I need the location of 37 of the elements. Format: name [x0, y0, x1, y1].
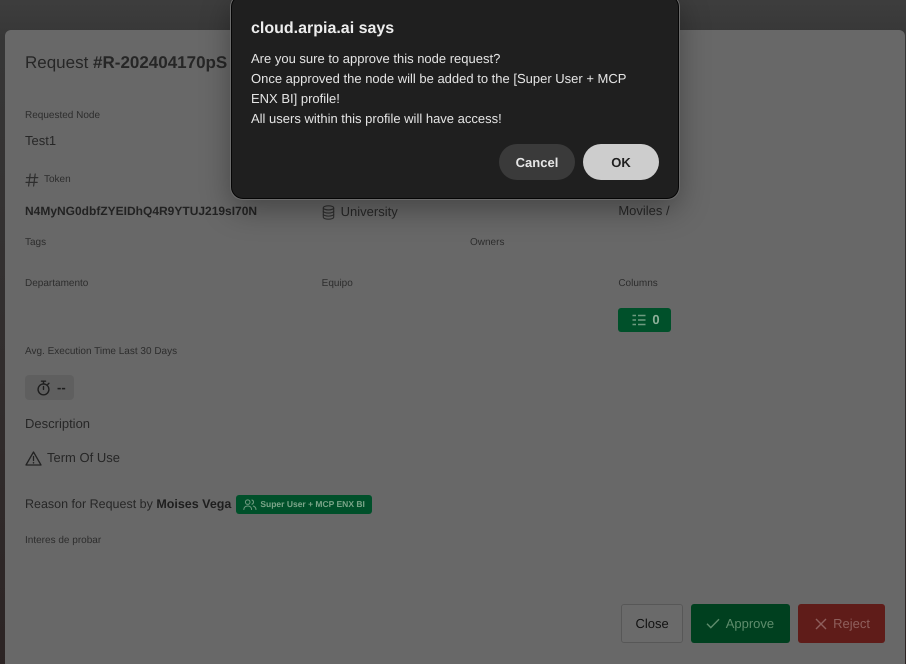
cross-icon	[815, 618, 828, 630]
field-label: Requested Node	[25, 109, 100, 123]
dialog-message: All users within this profile will have access!	[251, 110, 503, 128]
approve-button[interactable]: Approve	[690, 604, 790, 643]
field-label: Token	[44, 173, 71, 187]
term-of-use-label: Term Of Use	[47, 449, 120, 467]
field-label: Equipo	[322, 277, 353, 291]
users-icon	[243, 498, 258, 510]
database-icon	[322, 204, 335, 220]
token-value: N4MyNG0dbfZYEIDhQ4R9YTUJ219sI70N	[25, 202, 258, 220]
dialog-message: Are you sure to approve this node request?	[251, 50, 502, 68]
cancel-button[interactable]: Cancel	[499, 144, 575, 180]
field-label: Tags	[25, 236, 46, 250]
field-value: Test1	[25, 132, 56, 150]
field-label: Owners	[470, 236, 504, 250]
reject-button[interactable]: Reject	[798, 604, 885, 643]
execution-time-value: --	[57, 380, 66, 396]
check-icon	[706, 618, 720, 629]
warning-icon	[25, 450, 42, 466]
reason-heading: Reason for Request by Moises Vega	[25, 496, 232, 513]
field-label: Departamento	[25, 277, 88, 291]
field-value: Moviles /	[618, 202, 670, 220]
dialog-message: Once approved the node will be added to the [Super User + MCP ENX BI] profile!	[251, 70, 628, 108]
request-title: Request #R-202404170pS	[25, 52, 228, 74]
field-label: Columns	[618, 277, 658, 291]
list-icon	[632, 314, 646, 326]
close-button[interactable]: Close	[621, 604, 683, 643]
ok-button[interactable]: OK	[583, 144, 659, 180]
section-heading: Description	[25, 415, 90, 433]
stopwatch-icon	[36, 380, 51, 396]
columns-count: 0	[652, 312, 660, 328]
profile-name: Super User + MCP ENX BI	[260, 498, 365, 510]
reason-text: Interes de probar	[25, 534, 102, 548]
dialog-title: cloud.arpia.ai says	[251, 19, 396, 39]
field-value: University	[340, 203, 398, 221]
field-label: Avg. Execution Time Last 30 Days	[25, 345, 178, 359]
hash-icon	[25, 173, 39, 187]
